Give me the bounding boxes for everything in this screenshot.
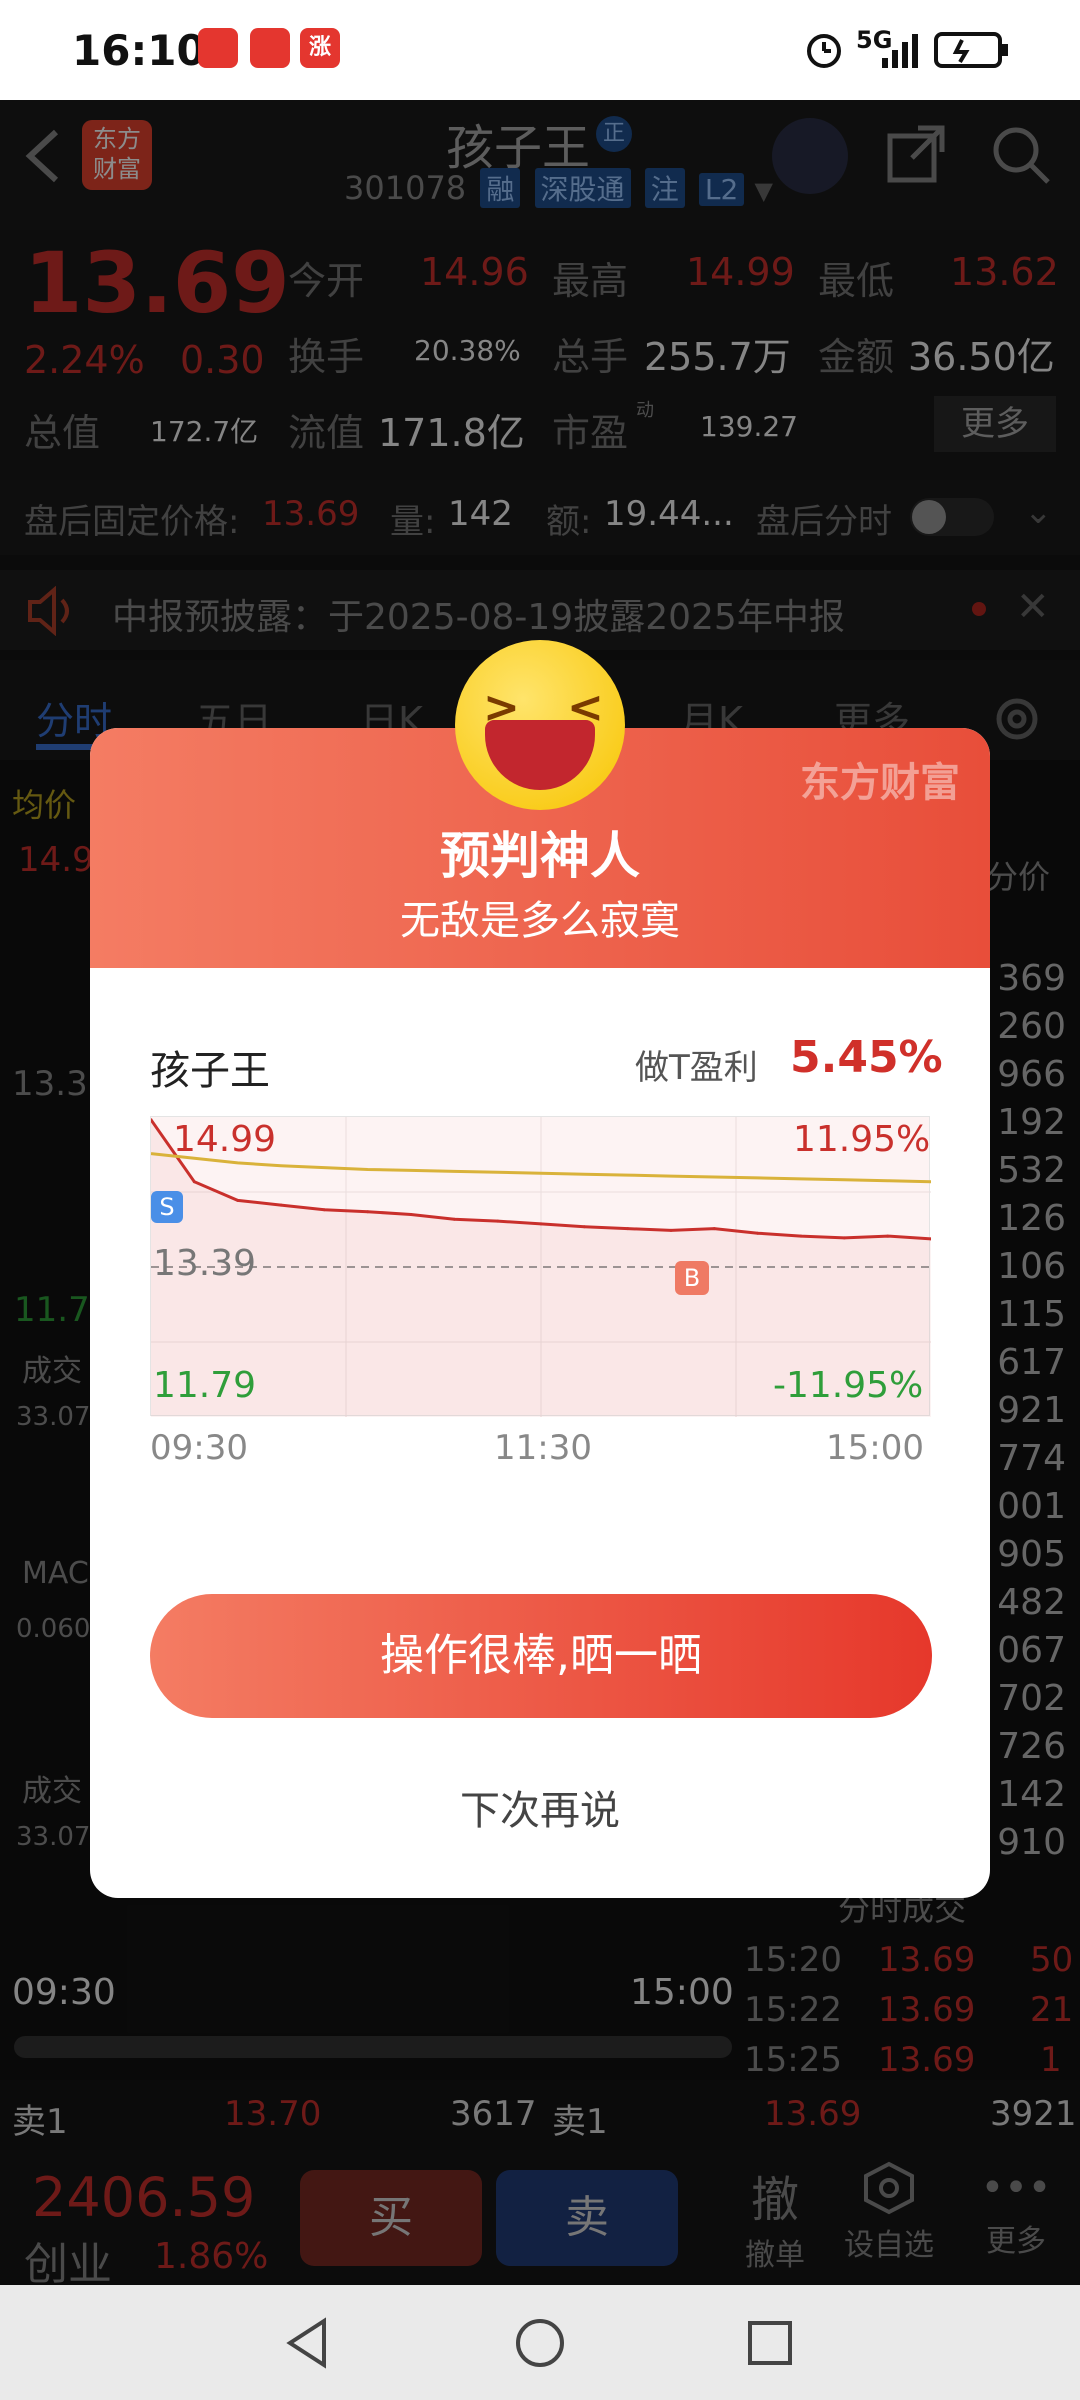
chart-x-start: 09:30	[150, 1428, 248, 1468]
signal-icon	[880, 26, 924, 72]
price-point	[409, 1213, 413, 1216]
app-notification-icon	[250, 28, 290, 68]
price-point	[756, 1231, 760, 1235]
price-point	[192, 1180, 196, 1184]
nav-home-icon[interactable]	[512, 2315, 568, 2375]
app-notification-icon: 涨	[300, 28, 340, 68]
price-point	[886, 1234, 890, 1238]
buy-marker: B	[675, 1261, 709, 1295]
prediction-modal: 东方财富 预判神人 无敌是多么寂寞 孩子王 做T盈利 5.45% 14.99 1…	[90, 728, 990, 1898]
price-point	[279, 1203, 283, 1207]
intraday-mini-chart: 14.99 11.95% 13.39 11.79 -11.95% S B	[149, 1116, 933, 1417]
laughing-emoji-icon: > <	[455, 640, 625, 810]
price-point	[712, 1227, 716, 1231]
chart-price-ref: 13.39	[153, 1243, 257, 1284]
price-point	[626, 1227, 630, 1231]
status-time: 16:10	[72, 26, 206, 75]
sell-marker: S	[151, 1191, 183, 1223]
nav-recents-icon[interactable]	[742, 2315, 798, 2375]
profit-value: 5.45%	[790, 1032, 943, 1083]
brand-watermark: 东方财富	[800, 760, 960, 806]
price-point	[582, 1225, 586, 1229]
price-point	[236, 1198, 240, 1202]
app-notification-icon	[198, 28, 238, 68]
modal-title: 预判神人	[440, 827, 640, 885]
share-button[interactable]: 操作很棒,晒一晒	[150, 1594, 932, 1718]
chart-x-end: 15:00	[826, 1428, 924, 1468]
chart-pct-low: -11.95%	[773, 1365, 924, 1406]
price-point	[322, 1208, 326, 1212]
price-point	[842, 1236, 846, 1240]
modal-stock-name: 孩子王	[150, 1048, 270, 1094]
chart-price-low: 11.79	[153, 1365, 257, 1406]
price-point	[799, 1234, 803, 1238]
alarm-icon	[804, 26, 844, 72]
price-point	[496, 1219, 500, 1223]
system-navigation-bar	[0, 2285, 1080, 2400]
chart-price-high: 14.99	[173, 1119, 277, 1160]
chart-x-mid: 11:30	[494, 1428, 592, 1468]
chart-pct-high: 11.95%	[793, 1119, 931, 1160]
status-bar: 16:10 涨 5G	[0, 0, 1080, 100]
price-point	[669, 1228, 673, 1232]
later-button[interactable]: 下次再说	[90, 1778, 990, 1836]
price-point	[366, 1210, 370, 1214]
price-point	[452, 1217, 456, 1221]
profit-label: 做T盈利	[635, 1048, 758, 1088]
nav-back-icon[interactable]	[280, 2315, 336, 2375]
price-point	[539, 1222, 543, 1226]
battery-icon	[934, 26, 1010, 72]
modal-subtitle: 无敌是多么寂寞	[400, 898, 680, 944]
